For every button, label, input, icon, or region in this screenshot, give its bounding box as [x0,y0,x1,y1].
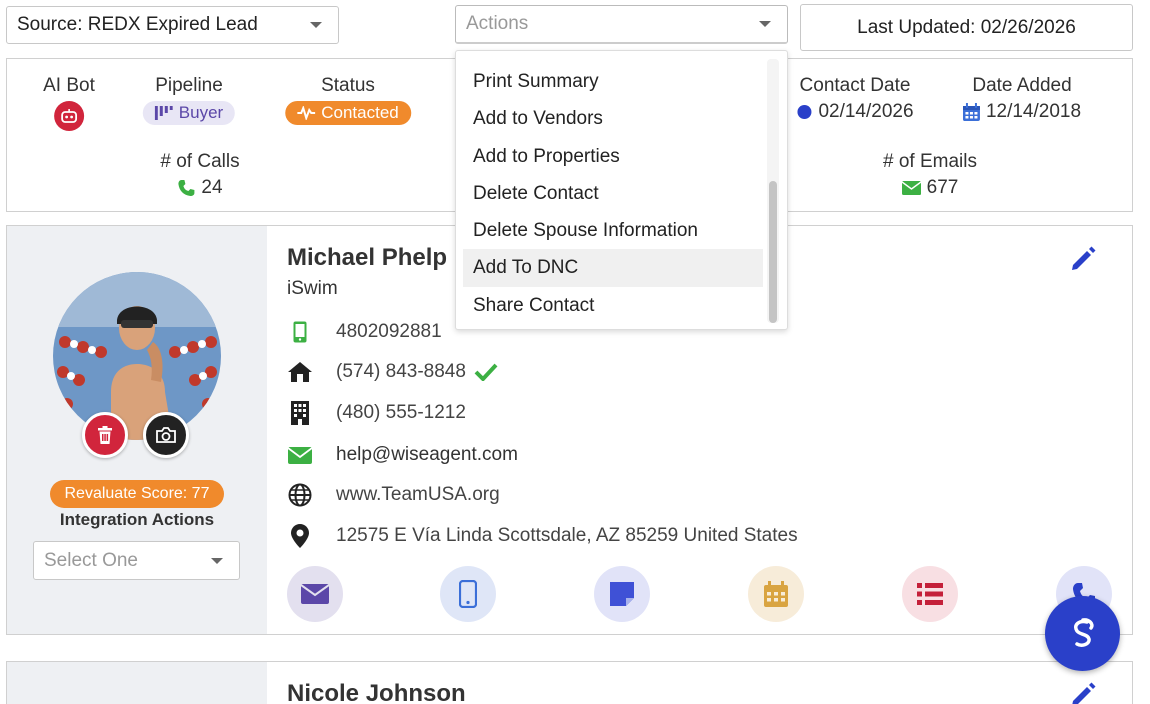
stat-status: Status Contacted [285,75,411,125]
menu-item-add-to-properties[interactable]: Add to Properties [456,138,763,175]
contact-website: www.TeamUSA.org [336,484,500,505]
bars-icon [154,106,173,120]
address-row[interactable]: 12575 E Vía Linda Scottsdale, AZ 85259 U… [287,523,798,549]
menu-item-share-contact[interactable]: Share Contact [456,287,763,324]
globe-icon [288,483,312,507]
robot-icon[interactable] [54,101,84,131]
integration-select-placeholder: Select One [44,549,138,571]
contact-company: iSwim [287,278,338,299]
pencil-icon[interactable] [1070,682,1096,704]
menu-item-delete-spouse-info[interactable]: Delete Spouse Information [456,212,763,249]
clock-icon [797,105,812,119]
work-phone-row[interactable]: (480) 555-1212 [287,400,466,426]
stat-date-added: Date Added 12/14/2018 [962,75,1082,123]
stat-pipeline: Pipeline Buyer [142,75,236,125]
assistant-fab-button[interactable] [1045,596,1120,671]
avatar [53,272,221,440]
emails-label: # of Emails [883,151,977,172]
home-phone: (574) 843-8848 [336,361,466,382]
integration-actions-label: Integration Actions [59,510,215,529]
email-row[interactable]: help@wiseagent.com [287,442,518,468]
mobile-phone-row[interactable]: 4802092881 [287,319,442,345]
chevron-down-icon [310,22,322,28]
delete-photo-button[interactable] [82,412,128,458]
date-added-label: Date Added [972,75,1072,96]
work-phone: (480) 555-1212 [336,402,466,423]
calendar-icon [764,581,788,607]
send-text-button[interactable] [440,566,496,622]
trash-icon [98,426,112,444]
chevron-down-icon [211,557,223,564]
menu-item-print-summary[interactable]: Print Summary [456,63,763,100]
actions-dropdown-menu: Print Summary Add to Vendors Add to Prop… [455,50,788,330]
calls-label: # of Calls [160,151,240,172]
add-note-button[interactable] [594,566,650,622]
date-added-value: 12/14/2018 [985,101,1082,122]
revaluate-score-badge[interactable]: Revaluate Score: 77 [50,480,224,508]
contact-address: 12575 E Vía Linda Scottsdale, AZ 85259 U… [336,525,798,546]
home-icon [288,362,312,382]
emails-value: 677 [926,177,959,198]
actions-select[interactable]: Actions [455,5,788,44]
add-task-button[interactable] [902,566,958,622]
pulse-icon [297,106,316,120]
contact-card-sidebar: Revaluate Score: 77 Integration Actions … [7,226,267,634]
send-email-button[interactable] [287,566,343,622]
envelope-icon [301,584,329,604]
camera-icon [156,427,176,443]
phone-icon [178,180,195,196]
menu-item-delete-contact[interactable]: Delete Contact [456,175,763,212]
stat-contact-date: Contact Date 02/14/2026 [796,75,914,123]
last-updated-text: Last Updated: 02/26/2026 [857,16,1076,38]
mobile-phone: 4802092881 [336,321,442,342]
checkmark-icon [474,363,498,381]
source-select[interactable]: Source: REDX Expired Lead [6,6,339,44]
website-row[interactable]: www.TeamUSA.org [287,482,500,508]
schedule-event-button[interactable] [748,566,804,622]
pencil-icon[interactable] [1070,246,1096,272]
integration-actions-select[interactable]: Select One [33,541,240,580]
last-updated-box: Last Updated: 02/26/2026 [800,4,1133,51]
pipeline-badge[interactable]: Buyer [142,101,236,125]
pipeline-value: Buyer [178,103,224,122]
contact-date-value: 02/14/2026 [818,101,914,122]
stat-emails: # of Emails 677 [883,151,977,199]
list-icon [917,583,943,605]
mobile-icon [293,321,307,343]
map-pin-icon [291,524,309,548]
calls-value: 24 [201,177,223,198]
status-badge[interactable]: Contacted [285,101,411,125]
mobile-icon [459,580,477,608]
actions-select-placeholder: Actions [466,13,529,34]
building-icon [291,401,309,425]
status-value: Contacted [321,103,399,122]
calendar-icon [962,103,980,121]
envelope-icon [901,181,921,195]
envelope-icon [288,446,312,464]
stat-ai-bot: AI Bot [43,75,95,131]
contact-card: Nicole Johnson [6,661,1133,704]
contact-card-sidebar [7,662,267,704]
contact-name: Nicole Johnson [287,680,466,704]
contact-name: Michael Phelp [287,244,448,271]
chevron-down-icon [759,21,771,27]
pipeline-label: Pipeline [155,75,223,96]
home-phone-row[interactable]: (574) 843-8848 [287,359,498,385]
source-select-value: Source: REDX Expired Lead [17,14,258,35]
menu-item-add-to-vendors[interactable]: Add to Vendors [456,100,763,137]
contact-email: help@wiseagent.com [336,444,518,465]
status-label: Status [321,75,375,96]
menu-item-add-to-dnc[interactable]: Add To DNC [463,249,763,287]
contact-date-label: Contact Date [799,75,911,96]
stat-calls: # of Calls 24 [160,151,239,199]
logo-icon [1073,617,1094,647]
upload-photo-button[interactable] [143,412,189,458]
menu-scrollbar-thumb[interactable] [769,181,777,323]
ai-bot-label: AI Bot [43,75,95,96]
sticky-note-icon [610,582,634,606]
